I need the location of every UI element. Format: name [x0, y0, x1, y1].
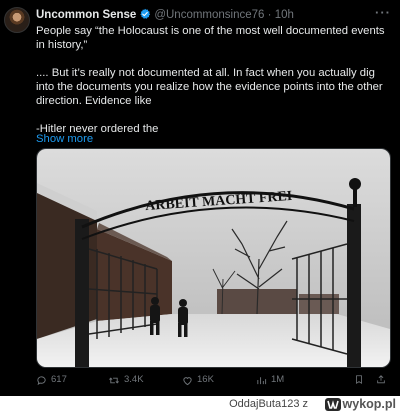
reply-count: 617: [51, 374, 67, 385]
watermark-bar: OddajButa123 z wykop.pl: [0, 396, 400, 413]
views-icon: [256, 375, 267, 386]
avatar[interactable]: [4, 7, 30, 33]
share-action[interactable]: [376, 374, 386, 385]
author-name[interactable]: Uncommon Sense: [36, 9, 136, 21]
reply-icon: [36, 375, 47, 386]
wykop-site-name: wykop.pl: [342, 397, 396, 411]
wykop-watermark: wykop.pl: [324, 397, 396, 411]
gate-photo: ARBEIT MACHT FREI: [37, 149, 390, 367]
bookmark-icon: [354, 374, 364, 385]
repost-icon: [108, 375, 120, 386]
separator-dot: ·: [267, 9, 272, 21]
repost-action[interactable]: 3.4K: [108, 374, 144, 386]
share-icon: [376, 374, 386, 385]
repost-count: 3.4K: [124, 374, 144, 385]
tweet-text-line: .... But it’s really not documented at a…: [36, 67, 383, 107]
views-action[interactable]: 1M: [256, 374, 284, 386]
wykop-logo-icon: [324, 397, 341, 411]
like-icon: [182, 375, 193, 386]
show-more-link[interactable]: Show more: [36, 132, 93, 146]
bookmark-action[interactable]: [354, 374, 364, 385]
uploader-credit: OddajButa123 z: [229, 398, 308, 410]
tweet-card: Uncommon Sense @Uncommonsince76 · 10h ···…: [0, 0, 400, 396]
author-handle[interactable]: @Uncommonsince76: [154, 9, 264, 21]
reply-action[interactable]: 617: [36, 374, 67, 386]
more-icon[interactable]: ···: [375, 6, 391, 19]
timestamp[interactable]: 10h: [275, 9, 294, 21]
tweet-text: People say “the Holocaust is one of the …: [36, 24, 392, 136]
views-count: 1M: [271, 374, 285, 385]
tweet-photo[interactable]: ARBEIT MACHT FREI: [36, 148, 391, 368]
like-action[interactable]: 16K: [182, 374, 214, 386]
verified-badge-icon: [139, 8, 151, 24]
tweet-text-line: People say “the Holocaust is one of the …: [36, 25, 385, 51]
like-count: 16K: [197, 374, 214, 385]
tweet-header: Uncommon Sense @Uncommonsince76 · 10h: [36, 8, 392, 24]
tweet-actions: 617 3.4K 16K 1M: [36, 374, 392, 388]
